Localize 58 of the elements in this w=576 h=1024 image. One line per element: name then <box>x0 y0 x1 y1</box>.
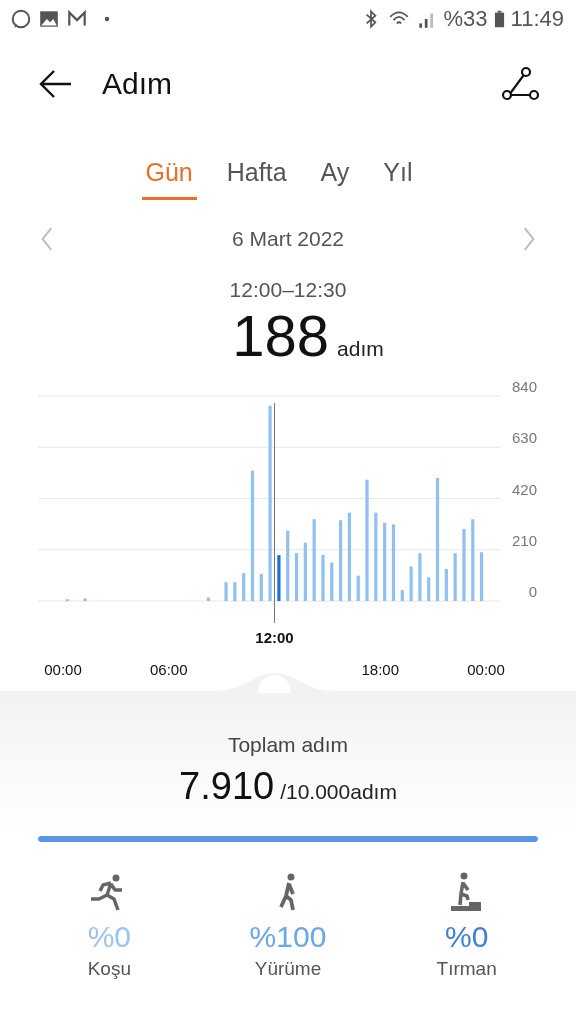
axis-label: 630 <box>511 429 537 447</box>
bar <box>418 553 422 601</box>
bar <box>444 569 448 601</box>
activity-label: Koşu <box>87 958 131 980</box>
bar <box>259 573 263 601</box>
date-label: 6 Mart 2022 <box>231 227 345 251</box>
axis-label: 0 <box>528 583 537 600</box>
clock: 11:49 <box>510 6 564 32</box>
page-title: Adım <box>102 67 174 101</box>
bar <box>83 598 87 601</box>
period-tab[interactable]: Hafta <box>222 152 291 200</box>
activity-percent: %0 <box>444 920 489 954</box>
bar <box>409 566 413 601</box>
bar <box>206 597 210 601</box>
total-steps: 7.910 <box>179 765 275 808</box>
bar <box>480 552 484 601</box>
bar <box>453 553 457 601</box>
bar <box>462 529 466 601</box>
previous-icon[interactable] <box>40 226 54 252</box>
walker-icon <box>279 872 297 912</box>
gallery-icon <box>38 8 60 30</box>
activity-percent: %100 <box>249 920 327 954</box>
bar <box>303 542 307 601</box>
bar <box>224 582 228 601</box>
step-unit: adım <box>337 337 384 361</box>
axis-label: 06:00 <box>150 661 188 678</box>
bar <box>427 577 431 601</box>
bar <box>242 573 246 601</box>
battery-icon <box>493 9 505 29</box>
bar <box>277 555 281 601</box>
bar <box>330 562 334 601</box>
axis-label: 18:00 <box>361 661 399 678</box>
axis-label: 00:00 <box>467 661 505 678</box>
axis-label: 00:00 <box>44 661 82 678</box>
total-label: Toplam adım <box>227 733 349 757</box>
share-button[interactable] <box>500 66 540 102</box>
axis-label: 840 <box>511 378 537 395</box>
bar <box>294 553 299 601</box>
battery-percent: %33 <box>443 6 488 32</box>
dot-icon <box>104 16 110 22</box>
activity-label: Tırman <box>436 958 497 980</box>
period-tab[interactable]: Yıl <box>379 152 417 200</box>
whatsapp-icon <box>10 8 32 30</box>
bar <box>321 554 325 601</box>
bar <box>233 582 237 601</box>
axis-label: 420 <box>511 480 537 498</box>
axis-label: 210 <box>511 531 537 549</box>
cursor-label: 12:00 <box>255 629 294 646</box>
time-range: 12:00–12:30 <box>228 278 348 302</box>
next-icon[interactable] <box>522 226 536 252</box>
bar <box>356 575 360 601</box>
activity-percent: %0 <box>87 920 131 954</box>
bar <box>400 590 404 601</box>
step-goal: /10.000adım <box>280 780 397 804</box>
activity-label: Yürüme <box>254 958 322 980</box>
step-count: 188 <box>232 302 330 369</box>
period-tab[interactable]: Ay <box>316 152 354 200</box>
bar <box>286 530 290 601</box>
